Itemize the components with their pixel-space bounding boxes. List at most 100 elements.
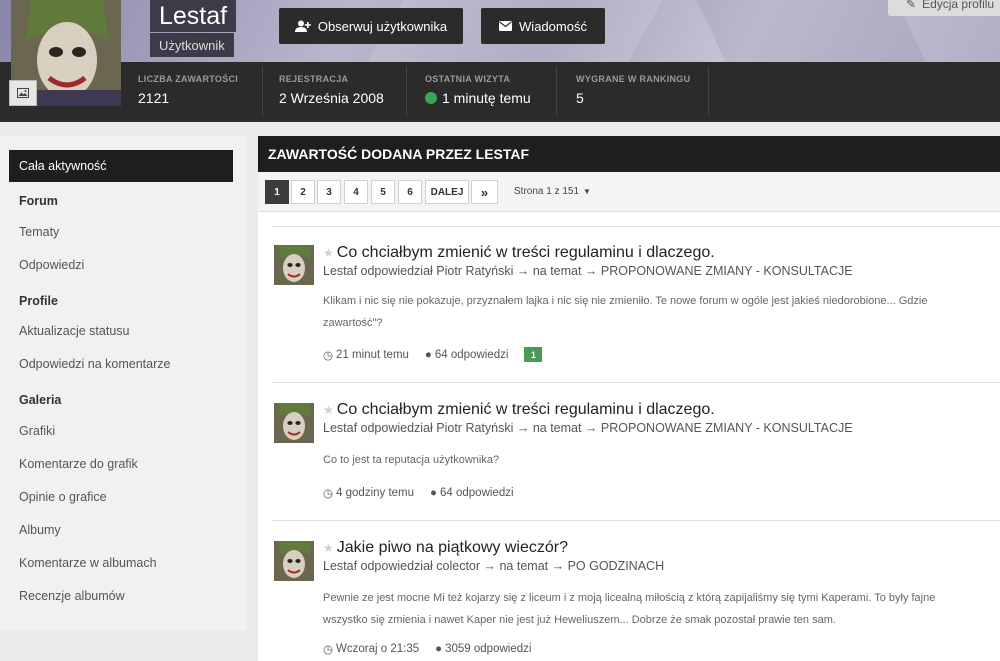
page-4-button[interactable]: 4 [344, 180, 368, 204]
stat-label: WYGRANE W RANKINGU [576, 74, 691, 84]
user-plus-icon [294, 20, 311, 32]
stat-value-row: 1 minutę temu [425, 90, 531, 106]
item-meta[interactable]: Lestaf odpowiedział Piotr Ratyński → na … [323, 264, 853, 278]
clock-icon: ◷ [323, 488, 334, 500]
item-excerpt-line: Co to jest ta reputacja użytkownika? [323, 454, 500, 466]
pagination: 1 2 3 4 5 6 DALEJ » Strona 1 z 151 ▼ [258, 172, 1000, 212]
edit-profile-button[interactable]: ✎ Edycja profilu [888, 0, 1000, 16]
stat-registration: REJESTRACJA 2 Września 2008 [279, 74, 384, 106]
item-time[interactable]: ◷ 4 godziny temu [323, 486, 414, 500]
item-replies-text: 64 odpowiedzi [434, 348, 509, 361]
stat-value: 2 Września 2008 [279, 90, 384, 106]
stat-divider [556, 66, 557, 116]
sidebar-group-gallery: Galeria [19, 393, 62, 407]
item-excerpt-line: Pewnie ze jest mocne Mi też kojarzy się … [323, 592, 936, 604]
stat-value: 5 [576, 90, 584, 106]
sidebar-item-status-updates[interactable]: Aktualizacje statusu [9, 315, 233, 347]
item-time[interactable]: ◷ Wczoraj o 21:35 [323, 642, 419, 656]
change-photo-button[interactable] [9, 80, 37, 106]
stat-last-visit: OSTATNIA WIZYTA 1 minutę temu [425, 74, 531, 106]
stat-value: 1 minutę temu [442, 90, 531, 106]
page-2-button[interactable]: 2 [291, 180, 315, 204]
item-excerpt: Co to jest ta reputacja użytkownika? [323, 449, 1000, 471]
pencil-icon: ✎ [906, 0, 917, 11]
item-replies: ● 3059 odpowiedzi [435, 643, 531, 655]
item-footer: ◷ 4 godziny temu ● 64 odpowiedzi [323, 486, 514, 500]
item-meta[interactable]: Lestaf odpowiedział colector → na temat … [323, 559, 664, 573]
item-time[interactable]: ◷ 21 minut temu [323, 348, 409, 362]
page-1-button[interactable]: 1 [265, 180, 289, 204]
item-author-avatar[interactable] [274, 541, 314, 581]
comment-icon: ● [430, 487, 437, 499]
stat-divider [262, 66, 263, 116]
item-title-text: Co chciałbym zmienić w treści regulaminu… [336, 244, 715, 261]
item-time-text: 21 minut temu [336, 348, 409, 361]
content-section-title: ZAWARTOŚĆ DODANA PRZEZ LESTAF [258, 136, 1000, 172]
item-divider [272, 382, 1000, 383]
item-title[interactable]: ★ Co chciałbym zmienić w treści regulami… [323, 244, 715, 262]
stat-label: OSTATNIA WIZYTA [425, 74, 511, 84]
sidebar-item-image-reviews[interactable]: Opinie o grafice [9, 481, 233, 513]
stat-ranking-wins: WYGRANE W RANKINGU 5 [576, 74, 690, 106]
item-author-avatar[interactable] [274, 245, 314, 285]
stat-content-count: LICZBA ZAWARTOŚCI 2121 [138, 74, 238, 106]
sidebar-item-images[interactable]: Grafiki [9, 415, 233, 447]
sidebar-item-album-comments[interactable]: Komentarze w albumach [9, 547, 233, 579]
stat-divider [406, 66, 407, 116]
page-info: Strona 1 z 151 [514, 186, 580, 197]
next-page-button[interactable]: DALEJ [425, 180, 469, 204]
follow-user-button[interactable]: Obserwuj użytkownika [279, 8, 463, 44]
profile-role-box: Użytkownik [150, 33, 234, 57]
item-replies: ● 64 odpowiedzi [430, 487, 513, 499]
page-5-button[interactable]: 5 [371, 180, 395, 204]
sidebar-item-albums[interactable]: Albumy [9, 514, 233, 546]
page-3-button[interactable]: 3 [317, 180, 341, 204]
item-divider [272, 520, 1000, 521]
reputation-badge[interactable]: 1 [524, 347, 543, 362]
item-replies: ● 64 odpowiedzi [425, 349, 508, 361]
item-title[interactable]: ★ Jakie piwo na piątkowy wieczór? [323, 539, 568, 557]
sidebar-item-comment-replies[interactable]: Odpowiedzi na komentarze [9, 348, 233, 380]
sidebar-item-all-activity[interactable]: Cała aktywność [9, 150, 233, 182]
stat-label: REJESTRACJA [279, 74, 349, 84]
star-icon[interactable]: ★ [323, 541, 334, 555]
message-label: Wiadomość [519, 18, 587, 34]
sidebar-item-replies[interactable]: Odpowiedzi [9, 249, 233, 281]
stat-value: 2121 [138, 90, 170, 106]
item-title[interactable]: ★ Co chciałbym zmienić w treści regulami… [323, 401, 715, 419]
item-excerpt-line: Klikam i nic się nie pokazuje, przyznałe… [323, 295, 928, 307]
item-divider [272, 226, 1000, 227]
item-footer: ◷ Wczoraj o 21:35 ● 3059 odpowiedzi [323, 642, 531, 656]
star-icon[interactable]: ★ [323, 246, 334, 260]
last-page-button[interactable]: » [471, 180, 498, 204]
profile-name: Lestaf [159, 1, 228, 30]
clock-icon: ◷ [323, 349, 334, 362]
sidebar-item-album-reviews[interactable]: Recenzje albumów [9, 580, 233, 612]
edit-profile-label: Edycja profilu [922, 0, 995, 11]
item-title-text: Jakie piwo na piątkowy wieczór? [336, 539, 568, 556]
sidebar-group-forum: Forum [19, 194, 58, 208]
item-footer: ◷ 21 minut temu ● 64 odpowiedzi 1 [323, 347, 543, 362]
sidebar-item-image-comments[interactable]: Komentarze do grafik [9, 448, 233, 480]
star-icon[interactable]: ★ [323, 403, 334, 417]
activity-main: ZAWARTOŚĆ DODANA PRZEZ LESTAF 1 2 3 4 5 … [258, 136, 1000, 661]
sidebar-item-topics[interactable]: Tematy [9, 216, 233, 248]
stat-label: LICZBA ZAWARTOŚCI [138, 74, 239, 84]
envelope-icon [499, 21, 513, 31]
page-jump-dropdown[interactable]: Strona 1 z 151 ▼ [514, 186, 591, 197]
item-author-avatar[interactable] [274, 403, 314, 443]
item-excerpt-line: zawartość"? [323, 317, 383, 329]
comment-icon: ● [424, 348, 432, 361]
comment-icon: ● [435, 643, 443, 655]
page-6-button[interactable]: 6 [398, 180, 422, 204]
item-meta[interactable]: Lestaf odpowiedział Piotr Ratyński → na … [323, 421, 853, 435]
item-time-text: 4 godziny temu [336, 487, 415, 499]
sidebar-group-profiles: Profile [19, 294, 58, 308]
item-title-text: Co chciałbym zmienić w treści regulaminu… [336, 401, 715, 418]
profile-name-box: Lestaf [150, 0, 237, 32]
message-button[interactable]: Wiadomość [481, 8, 605, 44]
clock-icon: ◷ [323, 644, 334, 656]
stat-divider [708, 66, 709, 116]
image-icon [17, 88, 29, 98]
item-time-text: Wczoraj o 21:35 [336, 643, 420, 655]
